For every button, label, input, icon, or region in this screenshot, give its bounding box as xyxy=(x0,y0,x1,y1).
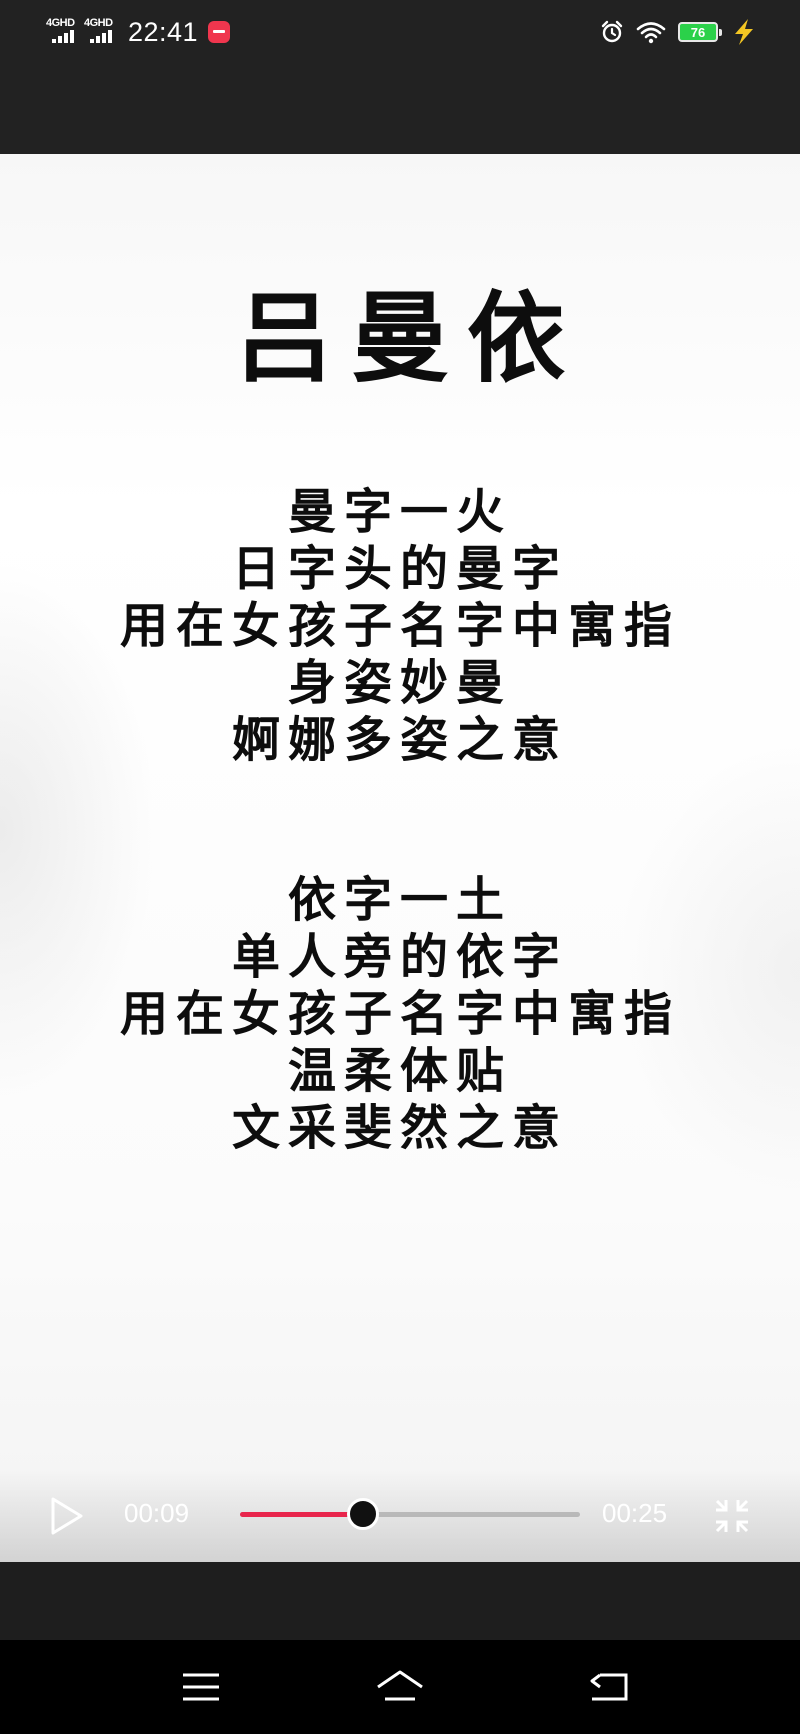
verse-line: 日字头的曼字 xyxy=(231,541,568,597)
exit-fullscreen-icon[interactable] xyxy=(712,1496,752,1536)
verse-block-1: 曼字一火 日字头的曼字 用在女孩子名字中寓指 身姿妙曼 婀娜多姿之意 xyxy=(0,484,800,769)
back-icon xyxy=(590,1673,628,1701)
battery-level: 76 xyxy=(690,24,706,40)
progress-bar[interactable] xyxy=(240,1498,580,1530)
phone-screen: 4GHD 4GHD 22:41 76 吕曼依 曼字一火 日字头的曼字 用在女孩子… xyxy=(0,0,800,1734)
verse-line: 婀娜多姿之意 xyxy=(231,712,568,768)
home-icon xyxy=(377,1670,423,1701)
status-bar: 4GHD 4GHD 22:41 76 xyxy=(0,0,800,154)
charging-bolt-icon xyxy=(735,19,753,45)
verse-block-2: 依字一土 单人旁的依字 用在女孩子名字中寓指 温柔体贴 文采斐然之意 xyxy=(0,872,800,1157)
verse-line: 用在女孩子名字中寓指 xyxy=(119,598,680,654)
verse-line: 单人旁的依字 xyxy=(231,929,568,985)
total-time: 00:25 xyxy=(602,1498,668,1528)
verse-line: 曼字一火 xyxy=(287,484,512,540)
verse-line: 用在女孩子名字中寓指 xyxy=(119,986,680,1042)
battery-icon: 76 xyxy=(678,22,722,42)
status-bar-right: 76 xyxy=(588,14,758,50)
signal-icon: 4GHD xyxy=(84,17,118,47)
verse-line: 温柔体贴 xyxy=(287,1043,512,1099)
status-clock: 22:41 xyxy=(128,16,199,47)
verse-line: 依字一土 xyxy=(287,872,512,928)
play-icon[interactable] xyxy=(50,1496,84,1536)
menu-button[interactable] xyxy=(176,1662,226,1712)
video-title: 吕曼依 xyxy=(234,281,583,396)
current-time: 00:09 xyxy=(124,1498,190,1528)
back-button[interactable] xyxy=(584,1662,634,1712)
verse-line: 身姿妙曼 xyxy=(287,655,512,711)
status-bar-left: 4GHD 4GHD 22:41 xyxy=(46,14,231,50)
network-type-label: 4GHD xyxy=(46,17,75,29)
progress-fill xyxy=(240,1512,363,1517)
video-frame[interactable]: 吕曼依 曼字一火 日字头的曼字 用在女孩子名字中寓指 身姿妙曼 婀娜多姿之意 依… xyxy=(0,154,800,1562)
wifi-icon xyxy=(636,22,666,44)
progress-thumb[interactable] xyxy=(347,1498,380,1530)
player-controls: 00:09 00:25 xyxy=(0,1470,800,1562)
alarm-icon xyxy=(601,20,623,43)
signal-icon: 4GHD xyxy=(46,17,80,47)
menu-icon xyxy=(183,1673,219,1701)
app-notification-icon xyxy=(208,21,231,43)
network-type-label: 4GHD xyxy=(84,17,113,29)
video-bottom-strip xyxy=(0,1562,800,1640)
verse-line: 文采斐然之意 xyxy=(231,1100,568,1156)
system-nav-bar xyxy=(0,1640,800,1734)
home-button[interactable] xyxy=(375,1662,425,1712)
